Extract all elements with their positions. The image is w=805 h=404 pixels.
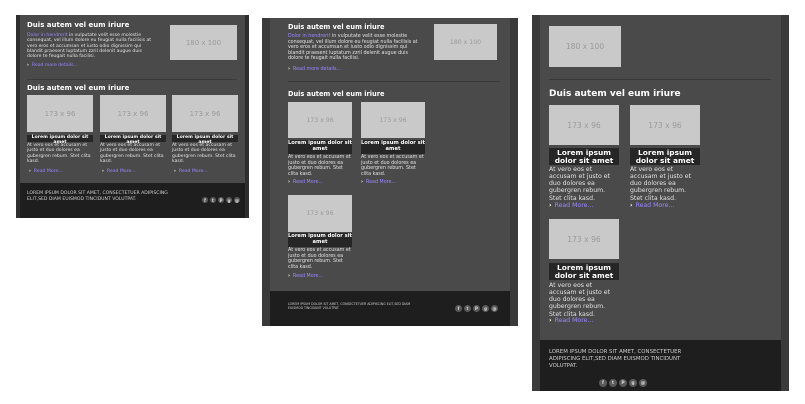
card-read-more-link[interactable]: › Read More... xyxy=(288,180,323,185)
card-read-more-link[interactable]: › Read More... xyxy=(361,180,396,185)
chevron-right-icon: › xyxy=(27,63,29,68)
card-title: Lorem ipsum dolor sit amet xyxy=(549,263,619,280)
card-title: Lorem ipsum dolor sit amet xyxy=(100,135,166,145)
card-title: Lorem ipsum dolor sit amet xyxy=(288,233,352,247)
chevron-right-icon: › xyxy=(288,67,290,72)
section-heading: Duis autem vel eum iriure xyxy=(549,89,681,99)
intro-paragraph: Dolor in hendrerit in vulputate velit es… xyxy=(27,33,152,60)
chevron-right-icon: › xyxy=(630,202,633,209)
card-read-more-link[interactable]: › Read More... xyxy=(174,169,208,174)
footer: LOREM IPSUM DOLOR SIT AMET, CONSECTETUER… xyxy=(540,340,781,391)
facebook-icon[interactable]: f xyxy=(455,305,462,312)
image-placeholder-small: 173 x 96 xyxy=(549,219,619,259)
card-body: At vero eos et accusam et justo et duo d… xyxy=(361,155,424,177)
card-title: Lorem ipsum dolor sit amet xyxy=(27,135,93,145)
email-icon[interactable]: @ xyxy=(234,197,240,203)
twitter-icon[interactable]: t xyxy=(210,197,216,203)
card-body: At vero eos et accusam et justo et duo d… xyxy=(549,282,611,318)
image-placeholder-small: 173 x 96 xyxy=(361,102,425,138)
social-links: f t P g @ xyxy=(455,305,498,312)
image-placeholder-small: 173 x 96 xyxy=(100,95,166,132)
card-read-more-link[interactable]: › Read More... xyxy=(288,274,323,279)
image-placeholder-small: 173 x 96 xyxy=(630,105,700,145)
card-read-more-link[interactable]: › Read More... xyxy=(29,169,63,174)
card-body: At vero eos et accusam et justo et duo d… xyxy=(288,248,351,270)
card-title: Lorem ipsum dolor sit amet xyxy=(549,148,619,165)
google-plus-icon[interactable]: g xyxy=(629,379,637,387)
facebook-icon[interactable]: f xyxy=(599,379,607,387)
card-read-more-link[interactable]: › Read More... xyxy=(102,169,136,174)
pinterest-icon[interactable]: P xyxy=(218,197,224,203)
chevron-right-icon: › xyxy=(549,202,552,209)
chevron-right-icon: › xyxy=(549,317,552,324)
card-body: At vero eos et accusam et justo et duo d… xyxy=(100,143,164,164)
chevron-right-icon: › xyxy=(288,180,290,185)
pinterest-icon[interactable]: P xyxy=(473,305,480,312)
footer-text: LOREM IPSUM DOLOR SIT AMET, CONSECTETUER… xyxy=(27,191,168,202)
card-title: Lorem ipsum dolor sit amet xyxy=(288,140,352,154)
pinterest-icon[interactable]: P xyxy=(619,379,627,387)
divider xyxy=(27,79,237,80)
image-placeholder-small: 173 x 96 xyxy=(549,105,619,145)
email-preview-mobile: 180 x 100 Duis autem vel eum iriure 173 … xyxy=(532,15,789,391)
google-plus-icon[interactable]: g xyxy=(226,197,232,203)
card-read-more-link[interactable]: › Read More... xyxy=(630,202,674,209)
card-title: Lorem ipsum dolor sit amet xyxy=(630,148,700,165)
image-placeholder-large: 180 x 100 xyxy=(434,24,497,60)
card-body: At vero eos et accusam et justo et duo d… xyxy=(27,143,91,164)
card-body: At vero eos et accusam et justo et duo d… xyxy=(630,166,692,202)
intro-paragraph: Dolor in hendrerit in vulputate velit es… xyxy=(288,34,418,62)
chevron-right-icon: › xyxy=(102,169,104,174)
card-title: Lorem ipsum dolor sit amet xyxy=(361,140,425,154)
email-icon[interactable]: @ xyxy=(491,305,498,312)
chevron-right-icon: › xyxy=(174,169,176,174)
section-heading: Duis autem vel eum iriure xyxy=(27,84,130,92)
intro-link[interactable]: Dolor in hendrerit xyxy=(288,34,330,39)
section-heading: Duis autem vel eum iriure xyxy=(288,23,385,31)
divider xyxy=(288,81,500,82)
google-plus-icon[interactable]: g xyxy=(482,305,489,312)
chevron-right-icon: › xyxy=(288,274,290,279)
image-placeholder-small: 173 x 96 xyxy=(288,102,352,138)
facebook-icon[interactable]: f xyxy=(202,197,208,203)
image-placeholder-small: 173 x 96 xyxy=(288,195,352,232)
card-body: At vero eos et accusam et justo et duo d… xyxy=(172,143,236,164)
social-links: f t P g @ xyxy=(599,379,647,387)
read-more-details-link[interactable]: › Read more details... xyxy=(27,63,78,68)
twitter-icon[interactable]: t xyxy=(609,379,617,387)
email-preview-tablet: Duis autem vel eum iriure Dolor in hendr… xyxy=(262,18,518,326)
card-body: At vero eos et accusam et justo et duo d… xyxy=(549,166,611,202)
image-placeholder-large: 180 x 100 xyxy=(549,26,621,67)
twitter-icon[interactable]: t xyxy=(464,305,471,312)
footer: LOREM IPSUM DOLOR SIT AMET, CONSECTETUER… xyxy=(20,183,245,218)
email-icon[interactable]: @ xyxy=(639,379,647,387)
divider xyxy=(549,79,771,80)
footer: LOREM IPSUM DOLOR SIT AMET, CONSECTETUER… xyxy=(270,291,510,326)
card-title: Lorem ipsum dolor sit amet xyxy=(172,135,238,145)
image-placeholder-large: 180 x 100 xyxy=(170,25,237,60)
footer-text: LOREM IPSUM DOLOR SIT AMET, CONSECTETUER… xyxy=(549,349,682,370)
card-read-more-link[interactable]: › Read More... xyxy=(549,202,593,209)
section-heading: Duis autem vel eum iriure xyxy=(27,21,130,29)
chevron-right-icon: › xyxy=(29,169,31,174)
card-body: At vero eos et accusam et justo et duo d… xyxy=(288,155,351,177)
email-preview-desktop: Duis autem vel eum iriure Dolor in hendr… xyxy=(16,15,249,218)
card-read-more-link[interactable]: › Read More... xyxy=(549,317,593,324)
footer-text: LOREM IPSUM DOLOR SIT AMET, CONSECTETUER… xyxy=(288,302,411,311)
chevron-right-icon: › xyxy=(361,180,363,185)
section-heading: Duis autem vel eum iriure xyxy=(288,90,385,98)
read-more-details-link[interactable]: › Read more details... xyxy=(288,67,341,72)
image-placeholder-small: 173 x 96 xyxy=(172,95,238,132)
image-placeholder-small: 173 x 96 xyxy=(27,95,93,132)
social-links: f t P g @ xyxy=(202,197,240,203)
